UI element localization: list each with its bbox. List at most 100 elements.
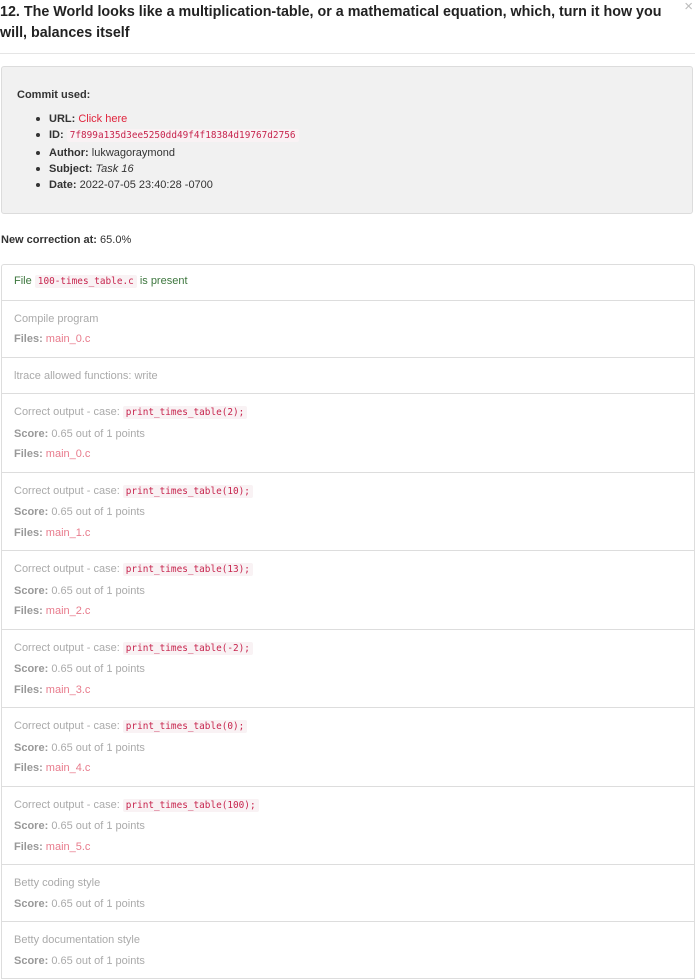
case-code: print_times_table(0); [122,720,248,733]
commit-date-item: Date: 2022-07-05 23:40:28 -0700 [36,177,299,193]
case-prefix: Correct output - case: [14,798,120,811]
new-correction: New correction at: 65.0% [1,234,131,246]
score-label: Score: [14,741,49,754]
check-title: Betty documentation style [14,934,140,946]
case-code: print_times_table(13); [122,563,253,576]
files-value: main_3.c [45,683,91,696]
files-label: Files: [14,333,43,345]
files-label: Files: [14,840,43,853]
check-files-row: Files: main_4.c [14,758,682,779]
commit-heading: Commit used: [17,89,91,101]
close-icon[interactable]: × [684,0,693,16]
files-label: Files: [14,762,43,774]
commit-author-value: lukwagoraymond [91,146,175,159]
score-label: Score: [14,663,49,675]
commit-subject-value: Task 16 [95,162,134,175]
score-value: 0.65 out of 1 points [51,506,145,518]
checks-list: File 100-times_table.c is present Compil… [1,264,695,979]
case-code: print_times_table(-2); [122,641,253,655]
score-label: Score: [14,506,49,518]
check-title-row: Correct output - case: print_times_table(… [14,795,682,817]
score-value: 0.65 out of 1 points [51,584,145,597]
score-value: 0.65 out of 1 points [51,663,145,675]
file-check-suffix: is present [139,275,188,287]
commit-date-value: 2022-07-05 23:40:28 -0700 [79,179,213,192]
case-prefix: Correct output - case: [14,406,120,418]
case-prefix: Correct output - case: [14,720,120,732]
check-case: Correct output - case: print_times_table(… [1,786,695,865]
commit-id-label: ID: [49,129,64,142]
check-files-row: Files: main_2.c [14,601,682,622]
case-code: print_times_table(100); [122,798,259,812]
check-score-row: Score: 0.65 out of 1 points [14,894,682,915]
files-value: main_1.c [45,526,91,539]
files-label: Files: [14,605,43,617]
check-score-row: Score: 0.65 out of 1 points [14,951,682,972]
files-value: main_0.c [45,333,91,345]
commit-id-value: 7f899a135d3ee5250dd49f4f18384d19767d2756 [66,129,299,143]
check-files-row: Files: main_3.c [14,680,682,701]
commit-id-item: ID: 7f899a135d3ee5250dd49f4f18384d19767d… [36,127,299,144]
check-score-row: Score: 0.65 out of 1 points [14,659,682,680]
score-value: 0.65 out of 1 points [51,741,145,754]
file-check-filename: 100-times_table.c [34,275,137,288]
score-label: Score: [14,897,49,910]
case-prefix: Correct output - case: [14,563,120,575]
check-score-row: Score: 0.65 out of 1 points [14,738,682,759]
check-files-row: Files: main_0.c [14,444,682,465]
score-label: Score: [14,954,49,967]
check-title-row: Correct output - case: print_times_table(… [14,716,682,738]
correction-value: 65.0% [100,234,132,246]
correction-label: New correction at: [1,234,97,246]
check-case: Correct output - case: print_times_table(… [1,629,695,708]
commit-panel: Commit used: URL: Click here ID: 7f899a1… [1,66,693,214]
check-betty-style: Betty coding style Score: 0.65 out of 1 … [1,865,695,922]
check-title-row: Correct output - case: print_times_table(… [14,559,682,581]
task-title: 12. The World looks like a multiplicatio… [0,4,662,41]
commit-author-item: Author: lukwagoraymond [36,145,299,161]
case-code: print_times_table(2); [122,406,248,419]
check-score-row: Score: 0.65 out of 1 points [14,816,682,837]
check-score-row: Score: 0.65 out of 1 points [14,502,682,523]
modal-header: 12. The World looks like a multiplicatio… [0,0,695,54]
files-value: main_0.c [45,448,91,460]
check-case: Correct output - case: print_times_table(… [1,551,695,630]
score-value: 0.65 out of 1 points [51,897,145,910]
files-label: Files: [14,448,43,460]
commit-subject-label: Subject: [49,162,93,175]
files-label: Files: [14,526,43,539]
files-label: Files: [14,683,43,696]
check-title-row: Correct output - case: print_times_table(… [14,402,682,424]
check-case: Correct output - case: print_times_table(… [1,394,695,473]
score-value: 0.65 out of 1 points [51,427,145,440]
score-label: Score: [14,584,49,597]
files-value: main_2.c [45,605,91,617]
case-code: print_times_table(10); [122,484,253,498]
case-prefix: Correct output - case: [14,484,120,497]
files-value: main_5.c [45,840,91,853]
check-compile: Compile program Files: main_0.c [1,300,695,358]
check-title: Compile program [14,312,99,325]
check-title-row: Correct output - case: print_times_table(… [14,638,682,660]
commit-url-label: URL: [49,113,76,125]
check-case: Correct output - case: print_times_table(… [1,708,695,787]
files-value: main_4.c [45,762,91,774]
check-ltrace: ltrace allowed functions: write [1,357,695,394]
commit-date-label: Date: [49,179,77,192]
check-title: Betty coding style [14,877,101,889]
score-label: Score: [14,820,49,832]
commit-url-link[interactable]: Click here [78,113,127,125]
check-title-row: Correct output - case: print_times_table(… [14,481,682,503]
check-files-row: Files: main_5.c [14,837,682,858]
check-score-row: Score: 0.65 out of 1 points [14,581,682,602]
file-check-prefix: File [14,275,32,287]
check-title: ltrace allowed functions: write [14,369,158,382]
case-prefix: Correct output - case: [14,641,120,654]
commit-subject-item: Subject: Task 16 [36,161,299,177]
score-label: Score: [14,427,49,440]
check-file-present: File 100-times_table.c is present [1,264,695,301]
commit-details-list: URL: Click here ID: 7f899a135d3ee5250dd4… [36,111,299,193]
commit-url-item: URL: Click here [36,111,299,127]
check-files-row: Files: main_0.c [14,329,682,350]
score-value: 0.65 out of 1 points [51,820,145,832]
